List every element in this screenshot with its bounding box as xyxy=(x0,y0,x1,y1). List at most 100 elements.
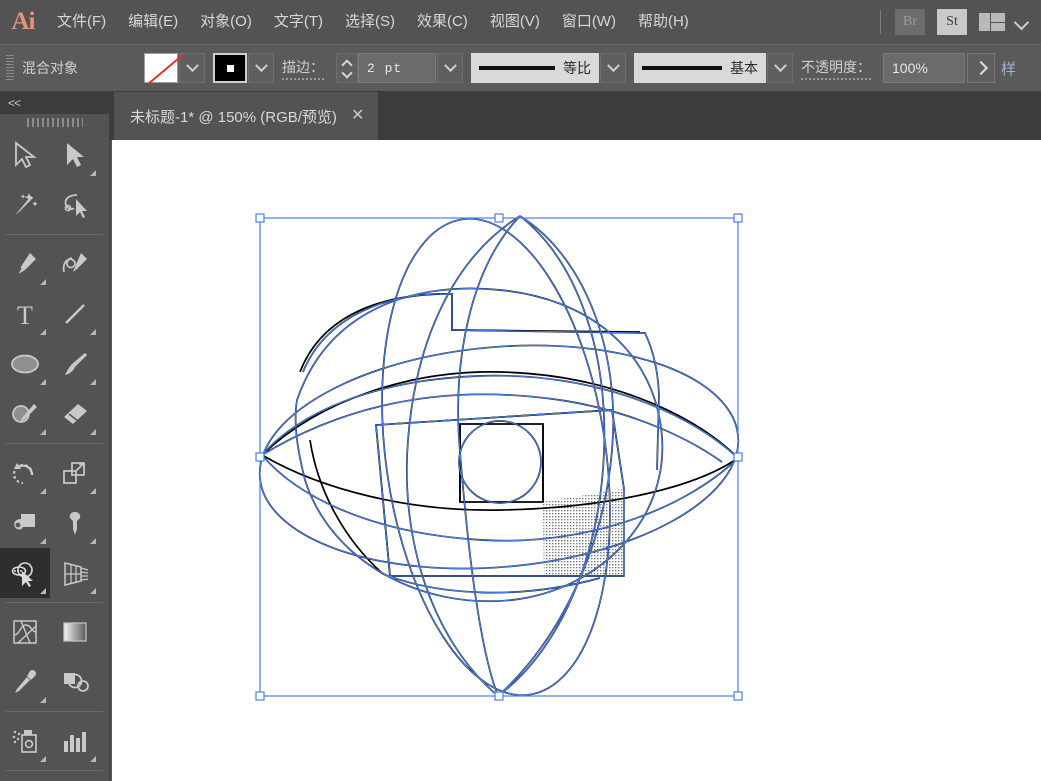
paintbrush-tool[interactable] xyxy=(50,339,100,389)
selection-handles[interactable] xyxy=(255,213,743,701)
fill-chevron-down-icon[interactable] xyxy=(179,53,205,83)
toolbar-divider xyxy=(6,602,103,603)
flyout-indicator-icon xyxy=(40,488,46,494)
flyout-indicator-icon xyxy=(90,170,96,176)
close-icon[interactable]: ✕ xyxy=(351,108,364,124)
blend-tool[interactable] xyxy=(0,548,50,598)
width-profile-control[interactable]: 等比 xyxy=(471,53,626,83)
tool-row xyxy=(0,548,109,598)
scale-tool[interactable] xyxy=(50,448,100,498)
tool-row xyxy=(0,716,109,766)
drag-grip-icon[interactable] xyxy=(6,55,14,81)
toolbar-collapse-button[interactable]: << xyxy=(0,92,110,114)
layout-icon[interactable] xyxy=(979,13,1005,31)
stroke-weight-input[interactable]: 2 pt xyxy=(358,53,436,83)
stroke-weight-control[interactable]: 2 pt xyxy=(336,53,463,83)
canvas-area[interactable] xyxy=(112,140,1041,781)
eyedropper-tool[interactable] xyxy=(0,657,50,707)
blob-brush-tool[interactable] xyxy=(50,657,100,707)
selection-tool[interactable] xyxy=(0,130,50,180)
menu-type[interactable]: 文字(T) xyxy=(263,0,334,44)
shaper-tool[interactable] xyxy=(0,389,50,439)
opacity-input[interactable]: 100% xyxy=(883,53,965,83)
rotate-tool[interactable] xyxy=(0,448,50,498)
illustrator-window: Ai 文件(F) 编辑(E) 对象(O) 文字(T) 选择(S) 效果(C) 视… xyxy=(0,0,1041,781)
flyout-indicator-icon xyxy=(40,329,46,335)
magic-wand-tool[interactable] xyxy=(0,180,50,230)
menu-file[interactable]: 文件(F) xyxy=(46,0,117,44)
menu-divider xyxy=(880,10,881,34)
type-tool[interactable]: T xyxy=(0,289,50,339)
menu-effect[interactable]: 效果(C) xyxy=(406,0,479,44)
opacity-chevron-right-icon[interactable] xyxy=(967,53,995,83)
gradient-tool[interactable] xyxy=(50,607,100,657)
tool-row xyxy=(0,180,109,230)
line-segment-tool[interactable] xyxy=(50,289,100,339)
menu-view[interactable]: 视图(V) xyxy=(479,0,551,44)
tool-row xyxy=(0,775,109,781)
flyout-indicator-icon xyxy=(90,379,96,385)
stock-icon[interactable]: St xyxy=(937,9,967,35)
width-profile-value[interactable]: 等比 xyxy=(471,53,599,83)
stroke-weight-stepper[interactable] xyxy=(336,53,358,83)
brush-definition-value[interactable]: 基本 xyxy=(634,53,766,83)
flyout-indicator-icon xyxy=(40,538,46,544)
tools-panel: T xyxy=(0,114,110,781)
document-tab[interactable]: 未标题-1* @ 150% (RGB/预览) ✕ xyxy=(114,92,379,140)
chevron-down-icon[interactable] xyxy=(1013,13,1031,31)
width-profile-preview xyxy=(479,66,555,70)
flyout-indicator-icon xyxy=(40,429,46,435)
tool-grid: T xyxy=(0,130,109,781)
perspective-grid-tool[interactable] xyxy=(50,548,100,598)
stroke-control[interactable] xyxy=(213,53,274,83)
symbol-sprayer-tool[interactable] xyxy=(0,716,50,766)
artwork-group xyxy=(255,213,743,701)
tool-row xyxy=(0,130,109,180)
flyout-indicator-icon xyxy=(90,329,96,335)
toolbar-divider xyxy=(6,770,103,771)
eraser-tool[interactable] xyxy=(50,389,100,439)
stroke-weight-chevron-down-icon[interactable] xyxy=(437,53,463,83)
width-profile-chevron-down-icon[interactable] xyxy=(600,53,626,83)
flyout-indicator-icon xyxy=(40,588,46,594)
menu-edit[interactable]: 编辑(E) xyxy=(117,0,189,44)
stroke-chevron-down-icon[interactable] xyxy=(248,53,274,83)
menu-object[interactable]: 对象(O) xyxy=(189,0,263,44)
overflow-label: 样 xyxy=(1001,60,1017,78)
fill-swatch[interactable] xyxy=(144,53,178,83)
free-transform-tool[interactable] xyxy=(50,498,100,548)
tool-row xyxy=(0,498,109,548)
collapse-chevrons-icon: << xyxy=(8,96,21,110)
flyout-indicator-icon xyxy=(40,279,46,285)
column-graph-tool[interactable] xyxy=(50,716,100,766)
blend-artwork[interactable] xyxy=(112,140,1041,781)
app-logo: Ai xyxy=(11,8,36,35)
brush-chevron-down-icon[interactable] xyxy=(767,53,793,83)
menu-bar: Ai 文件(F) 编辑(E) 对象(O) 文字(T) 选择(S) 效果(C) 视… xyxy=(0,0,1041,44)
menu-select[interactable]: 选择(S) xyxy=(334,0,406,44)
artboard-tool[interactable] xyxy=(0,775,50,781)
toolbar-drag-grip[interactable] xyxy=(0,114,109,130)
document-tab-title: 未标题-1* @ 150% (RGB/预览) xyxy=(130,108,337,126)
stroke-swatch[interactable] xyxy=(213,53,247,83)
curvature-tool[interactable] xyxy=(50,239,100,289)
shape-builder-tool[interactable] xyxy=(0,607,50,657)
fill-control[interactable] xyxy=(144,53,205,83)
menu-help[interactable]: 帮助(H) xyxy=(627,0,700,44)
selection-bounding-box[interactable] xyxy=(255,213,743,701)
menu-window[interactable]: 窗口(W) xyxy=(551,0,627,44)
width-tool[interactable] xyxy=(0,498,50,548)
tool-row xyxy=(0,657,109,707)
direct-selection-tool[interactable] xyxy=(50,130,100,180)
svg-text:T: T xyxy=(17,301,33,328)
toolbar-divider xyxy=(6,711,103,712)
brush-definition-control[interactable]: 基本 xyxy=(634,53,793,83)
ellipse-tool[interactable] xyxy=(0,339,50,389)
pen-tool[interactable] xyxy=(0,239,50,289)
tool-row xyxy=(0,389,109,439)
width-profile-label: 等比 xyxy=(563,60,591,76)
bridge-icon[interactable]: Br xyxy=(895,9,925,35)
lasso-tool[interactable] xyxy=(50,180,100,230)
slice-tool[interactable] xyxy=(50,775,100,781)
flyout-indicator-icon xyxy=(90,488,96,494)
